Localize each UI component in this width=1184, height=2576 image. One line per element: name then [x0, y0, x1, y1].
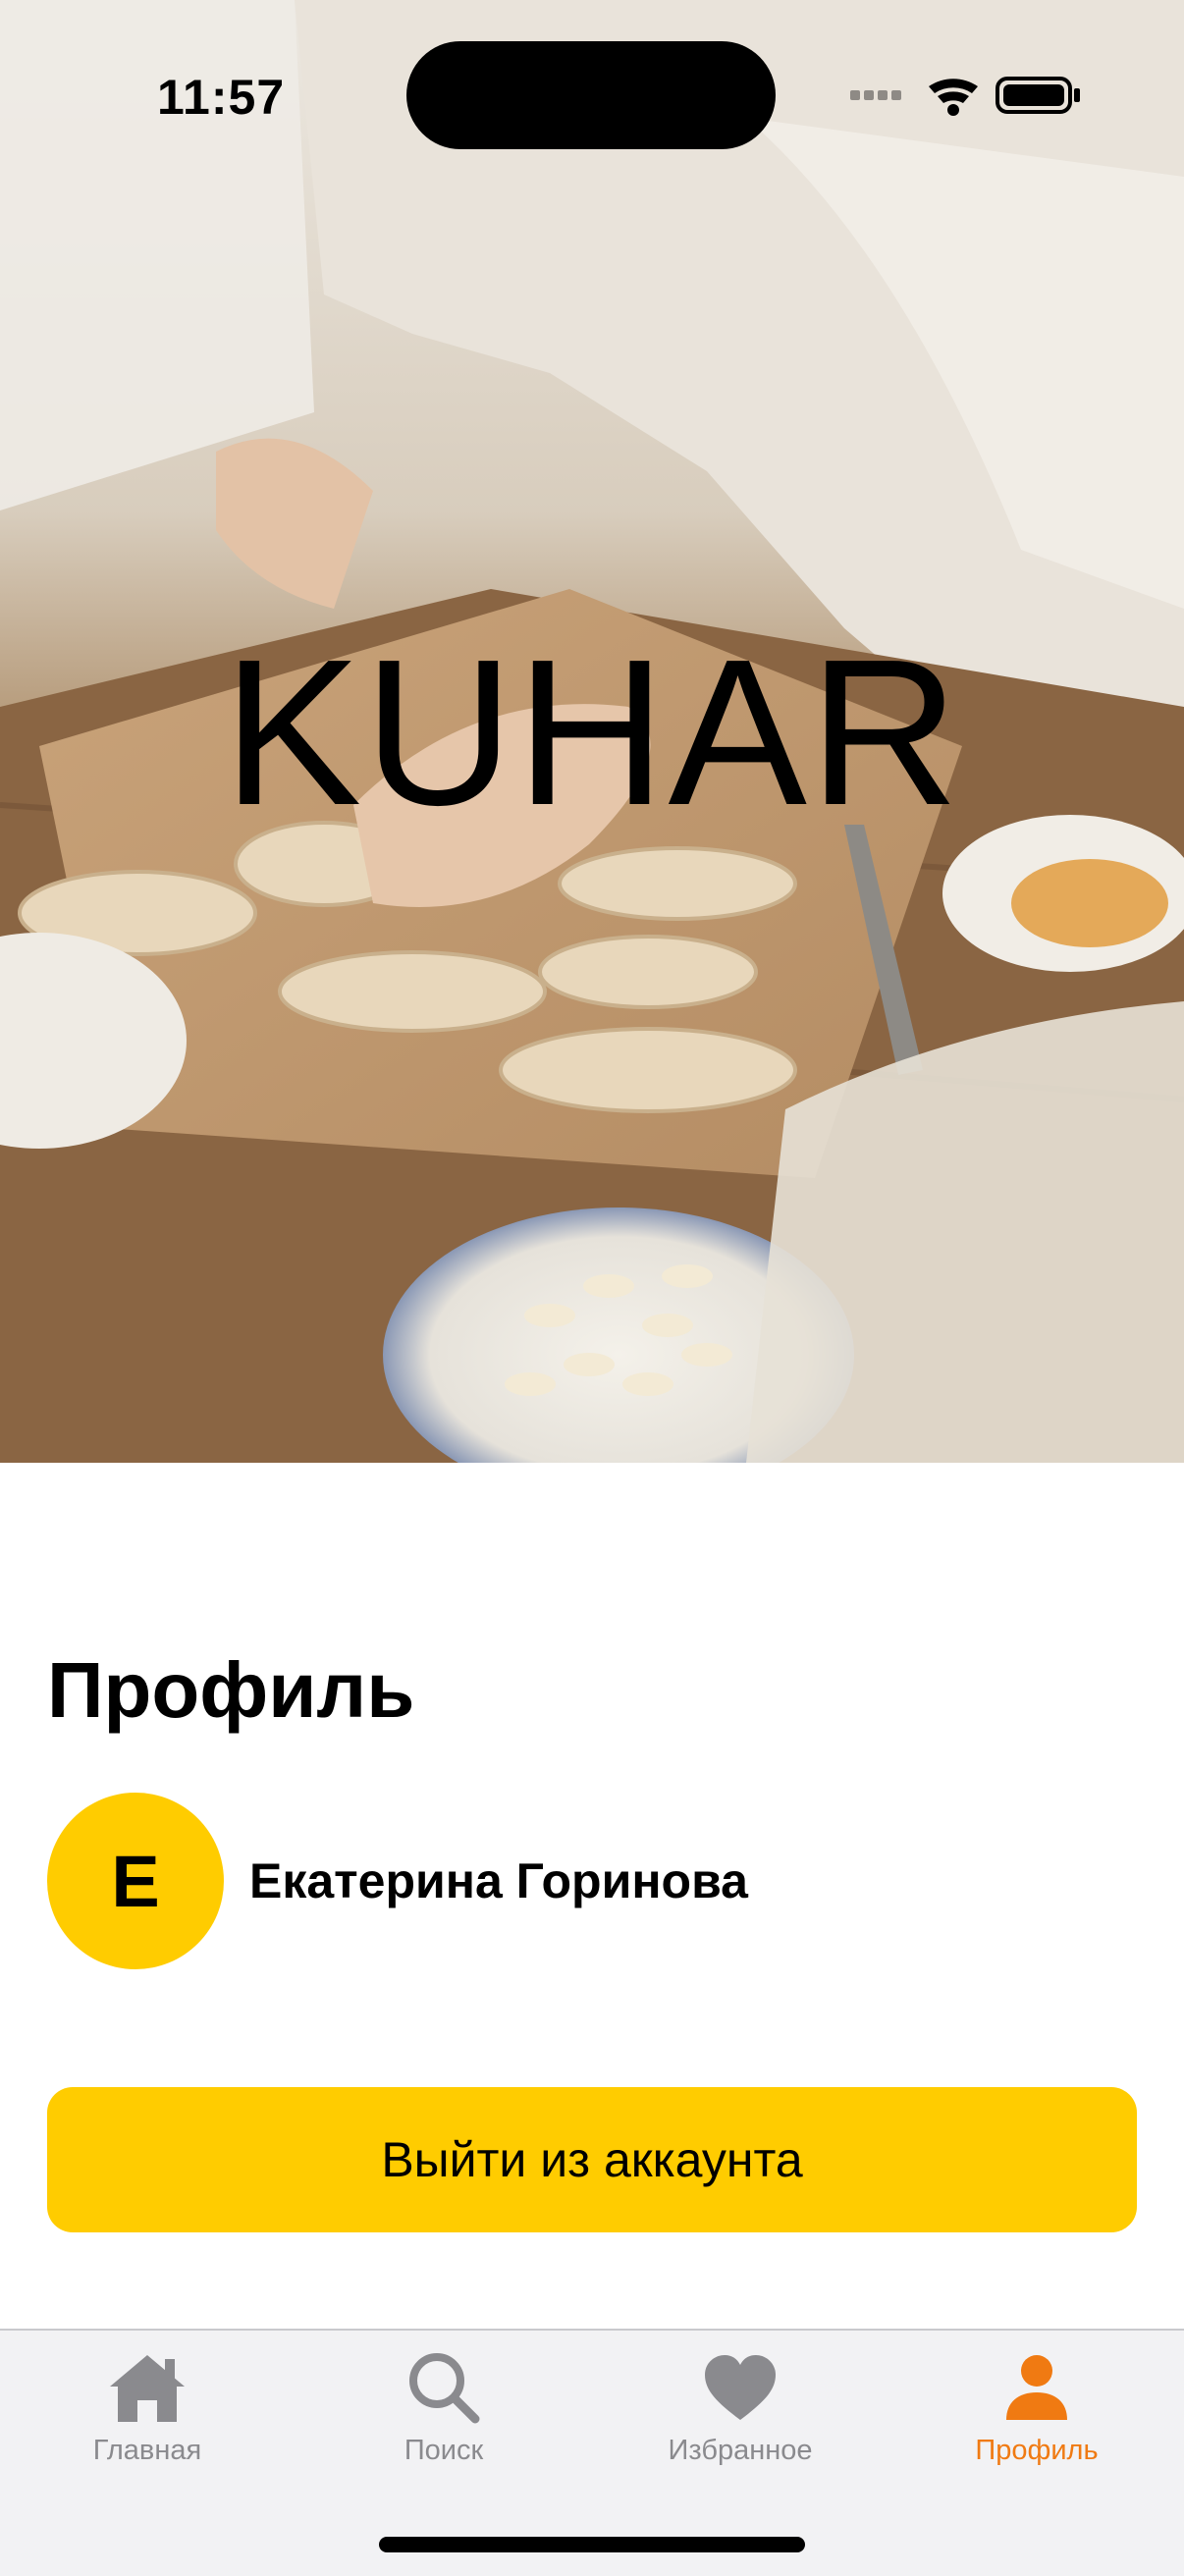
user-name: Екатерина Горинова [249, 1853, 748, 1908]
person-icon [993, 2348, 1081, 2427]
dynamic-island [406, 41, 776, 149]
status-icons [850, 77, 1080, 116]
tab-home[interactable]: Главная [0, 2348, 295, 2486]
status-time: 11:57 [157, 70, 286, 125]
cellular-icon [850, 90, 901, 100]
battery-icon [996, 77, 1080, 114]
avatar: E [47, 1793, 224, 1969]
tab-search[interactable]: Поиск [296, 2348, 591, 2486]
user-row: E Екатерина Горинова [47, 1793, 748, 1969]
tab-profile-label: Профиль [975, 2435, 1099, 2466]
tab-favorites[interactable]: Избранное [593, 2348, 888, 2486]
home-icon [103, 2348, 191, 2427]
app-title: KUHAR [222, 616, 962, 848]
heart-icon [696, 2348, 784, 2427]
wifi-icon [929, 79, 978, 116]
status-bar: 11:57 [0, 0, 1184, 167]
profile-title: Профиль [47, 1646, 415, 1734]
home-indicator[interactable] [379, 2537, 805, 2552]
tab-search-label: Поиск [404, 2435, 484, 2466]
tab-favorites-label: Избранное [668, 2435, 813, 2466]
hero-banner: KUHAR [0, 0, 1184, 1463]
search-icon [400, 2348, 488, 2427]
tab-profile[interactable]: Профиль [889, 2348, 1184, 2486]
logout-button[interactable]: Выйти из аккаунта [47, 2087, 1137, 2232]
tab-home-label: Главная [92, 2435, 202, 2466]
